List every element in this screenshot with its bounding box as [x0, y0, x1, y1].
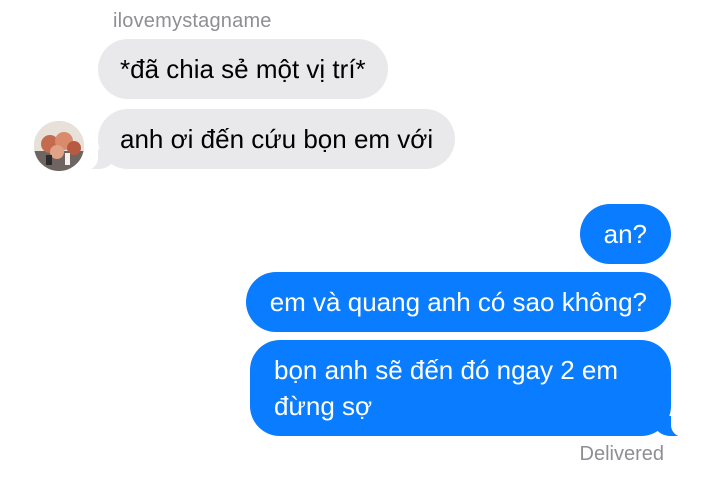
delivery-status: Delivered	[579, 443, 664, 465]
contact-avatar[interactable]	[34, 121, 84, 171]
outgoing-message[interactable]: em và quang anh có sao không?	[245, 272, 671, 332]
sender-name: ilovemystagname	[113, 10, 272, 32]
incoming-message[interactable]: anh ơi đến cứu bọn em với	[83, 109, 456, 170]
incoming-message-text: anh ơi đến cứu bọn em với	[120, 124, 434, 154]
incoming-message-location[interactable]: *đã chia sẻ một vị trí*	[98, 39, 388, 99]
outgoing-message[interactable]: an?	[579, 204, 671, 264]
incoming-message-text: *đã chia sẻ một vị trí*	[120, 54, 366, 84]
outgoing-message-text: em và quang anh có sao không?	[269, 287, 647, 317]
message-thread: ilovemystagname *đã chia sẻ một vị trí* …	[0, 0, 720, 478]
outgoing-message-text: bọn anh sẽ đến đó ngay 2 em đừng sợ	[274, 355, 619, 421]
avatar-photo-icon	[34, 121, 84, 171]
outgoing-message[interactable]: bọn anh sẽ đến đó ngay 2 em đừng sợ	[250, 340, 685, 437]
outgoing-message-text: an?	[603, 219, 647, 249]
